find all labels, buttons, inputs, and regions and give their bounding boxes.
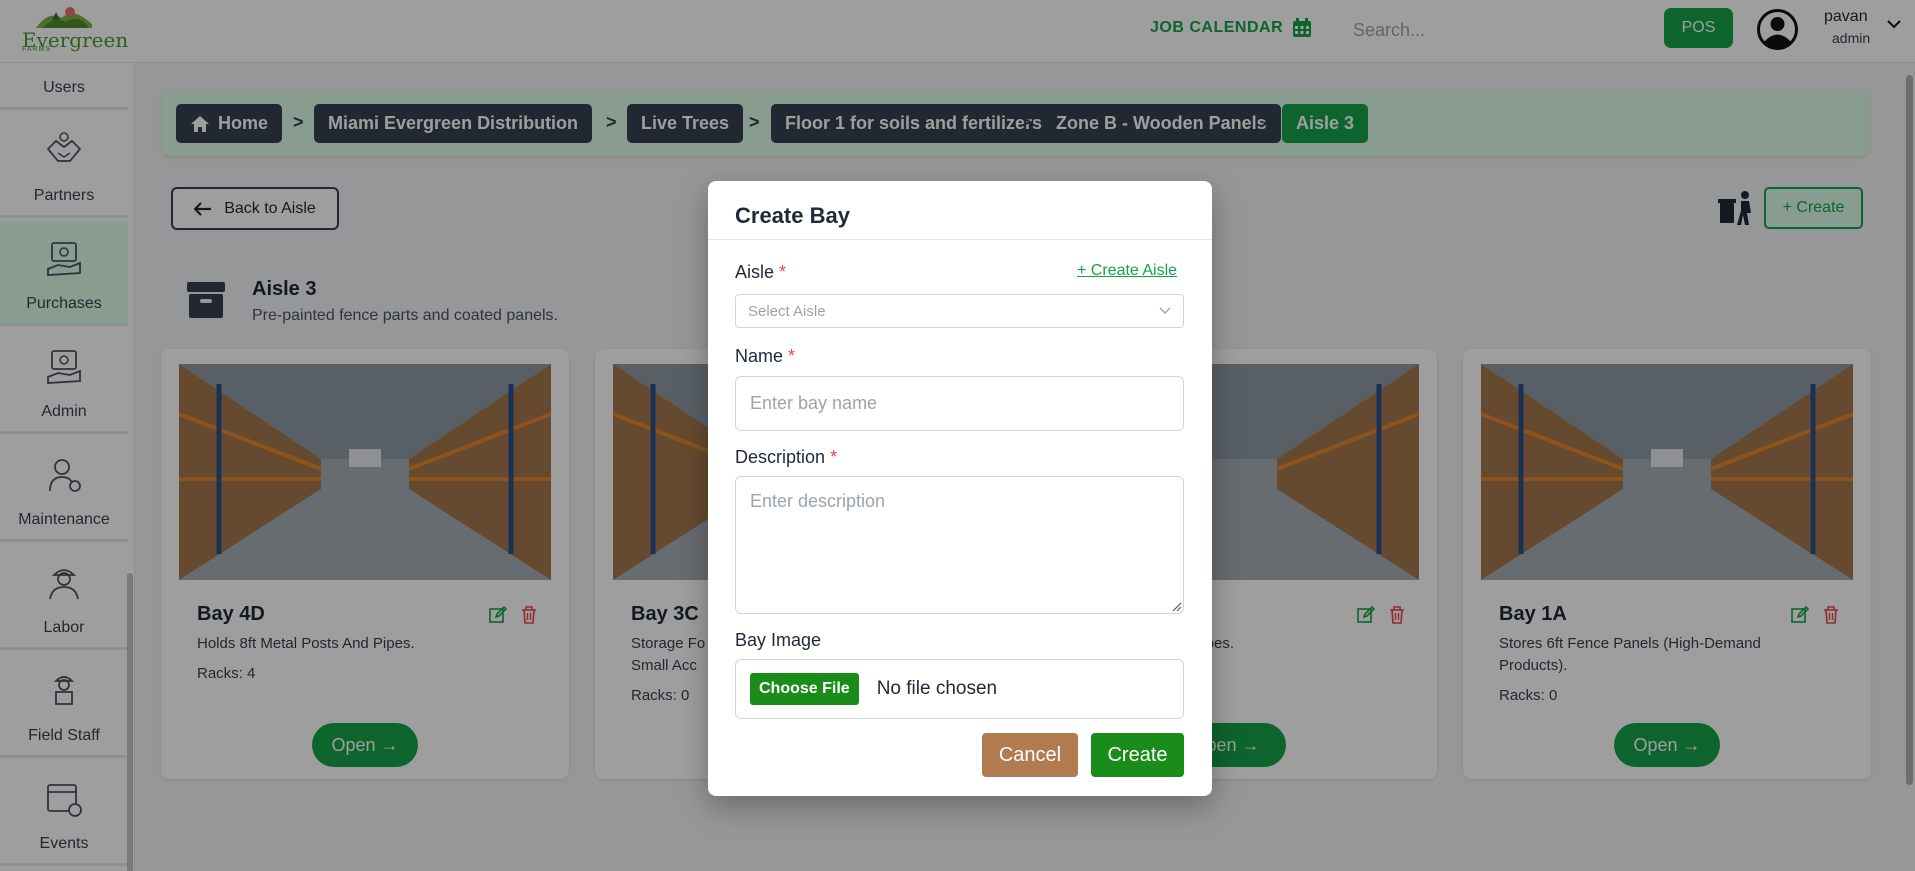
chevron-down-icon [1159, 307, 1171, 314]
bay-image-file-input[interactable]: Choose File No file chosen [735, 659, 1184, 719]
description-textarea[interactable] [735, 476, 1184, 614]
create-bay-modal: Create Bay Aisle * + Create Aisle Select… [708, 181, 1212, 796]
create-button[interactable]: Create [1091, 733, 1184, 777]
create-aisle-link[interactable]: + Create Aisle [1077, 262, 1177, 280]
modal-title: Create Bay [735, 203, 850, 228]
aisle-label: Aisle * [735, 262, 787, 282]
bay-name-input[interactable] [735, 376, 1184, 431]
name-label: Name * [735, 346, 796, 366]
no-file-text: No file chosen [876, 678, 998, 699]
resize-handle-icon[interactable] [1172, 602, 1182, 612]
aisle-select[interactable]: Select Aisle [735, 294, 1184, 328]
description-label: Description * [735, 447, 838, 467]
bay-image-label: Bay Image [735, 630, 822, 650]
cancel-button[interactable]: Cancel [982, 733, 1078, 777]
choose-file-button[interactable]: Choose File [750, 673, 859, 705]
aisle-select-placeholder: Select Aisle [748, 302, 826, 320]
modal-divider [708, 239, 1212, 240]
